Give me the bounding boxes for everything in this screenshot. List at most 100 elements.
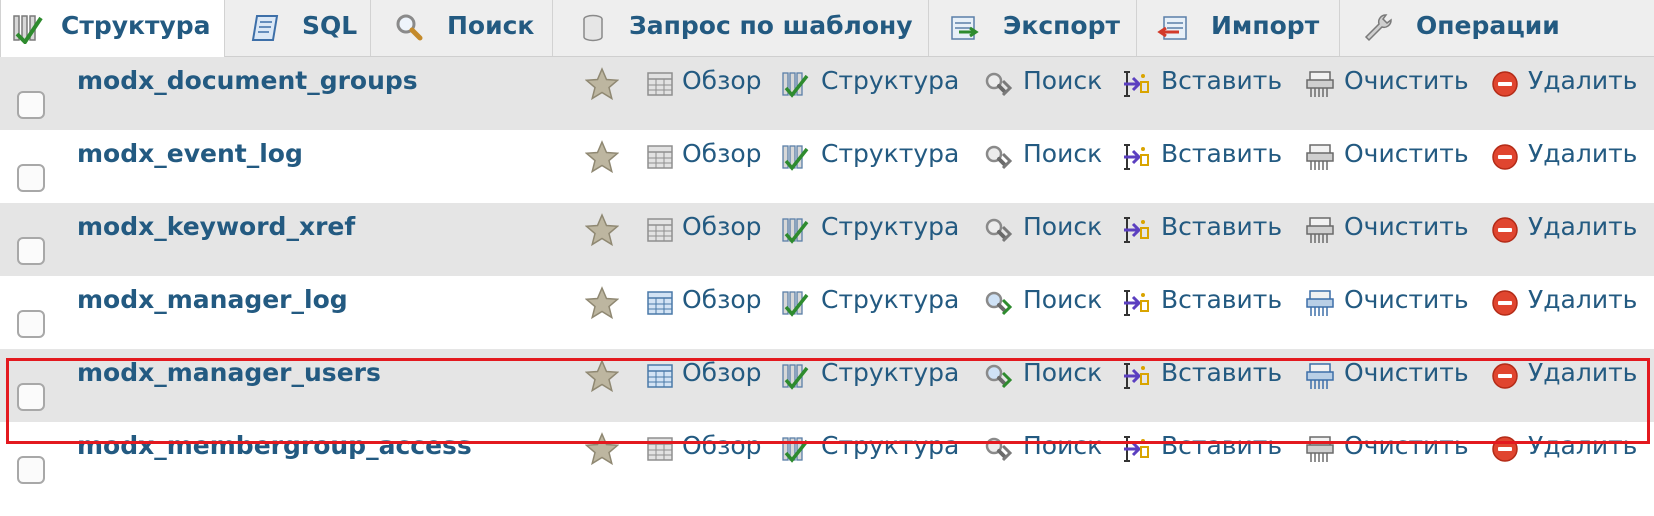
action-label: Поиск — [1023, 285, 1103, 314]
tab-label: SQL — [302, 11, 358, 40]
empty-table-icon — [1305, 142, 1335, 172]
action-label: Обзор — [682, 358, 762, 387]
import-icon — [1157, 16, 1187, 40]
tab-bar: Структура SQL Поиск Запрос по шаблону Эк… — [0, 0, 1654, 57]
action-label: Очистить — [1344, 285, 1469, 314]
insert-row-icon — [1121, 215, 1151, 245]
wrench-icon — [1364, 14, 1392, 42]
tab-label: Запрос по шаблону — [629, 11, 913, 40]
structure-icon — [780, 215, 810, 245]
structure-icon — [780, 361, 810, 391]
action-label: Вставить — [1161, 358, 1283, 387]
tab-label: Структура — [61, 11, 211, 40]
favorite-star-icon[interactable] — [584, 432, 620, 466]
search-icon — [983, 361, 1013, 391]
row-checkbox[interactable] — [17, 456, 45, 484]
action-label: Обзор — [682, 431, 762, 460]
browse-table-icon — [645, 142, 675, 172]
table-name-link[interactable]: modx_manager_users — [77, 358, 381, 387]
browse-table-icon — [645, 69, 675, 99]
drop-table-icon — [1490, 361, 1520, 391]
action-label: Удалить — [1528, 66, 1638, 95]
action-label: Вставить — [1161, 66, 1283, 95]
empty-table-icon — [1305, 361, 1335, 391]
action-label: Очистить — [1344, 358, 1469, 387]
tab-sql[interactable]: SQL — [226, 0, 371, 56]
browse-table-icon — [645, 215, 675, 245]
action-label: Очистить — [1344, 66, 1469, 95]
table-row: modx_event_log Обзор Структура Поиск Вставит… — [0, 130, 1654, 203]
browse-table-icon — [645, 361, 675, 391]
tab-label: Поиск — [447, 11, 535, 40]
action-label: Удалить — [1528, 358, 1638, 387]
table-name-link[interactable]: modx_manager_log — [77, 285, 348, 314]
action-label: Поиск — [1023, 358, 1103, 387]
search-icon — [983, 434, 1013, 464]
action-label: Вставить — [1161, 285, 1283, 314]
row-checkbox[interactable] — [17, 383, 45, 411]
tab-label: Экспорт — [1003, 11, 1120, 40]
favorite-star-icon[interactable] — [584, 213, 620, 247]
action-label: Очистить — [1344, 431, 1469, 460]
tab-search[interactable]: Поиск — [371, 0, 553, 56]
favorite-star-icon[interactable] — [584, 359, 620, 393]
tab-operations[interactable]: Операции — [1340, 0, 1654, 56]
action-label: Вставить — [1161, 431, 1283, 460]
action-label: Удалить — [1528, 431, 1638, 460]
tab-import[interactable]: Импорт — [1137, 0, 1340, 56]
action-label: Вставить — [1161, 139, 1283, 168]
structure-icon — [780, 434, 810, 464]
action-label: Структура — [821, 431, 960, 460]
action-label: Обзор — [682, 285, 762, 314]
action-label: Удалить — [1528, 212, 1638, 241]
table-name-link[interactable]: modx_membergroup_access — [77, 431, 472, 460]
drop-table-icon — [1490, 288, 1520, 318]
action-label: Структура — [821, 358, 960, 387]
tab-export[interactable]: Экспорт — [929, 0, 1137, 56]
row-checkbox[interactable] — [17, 91, 45, 119]
browse-table-icon — [645, 434, 675, 464]
table-row: modx_manager_users Обзор Структура Поиск Вст… — [0, 349, 1654, 422]
empty-table-icon — [1305, 215, 1335, 245]
action-label: Обзор — [682, 212, 762, 241]
favorite-star-icon[interactable] — [584, 286, 620, 320]
table-row: modx_manager_log Обзор Структура Поиск Встав… — [0, 276, 1654, 349]
row-checkbox[interactable] — [17, 164, 45, 192]
drop-table-icon — [1490, 434, 1520, 464]
tab-query-by-example[interactable]: Запрос по шаблону — [553, 0, 929, 56]
insert-row-icon — [1121, 434, 1151, 464]
empty-table-icon — [1305, 434, 1335, 464]
favorite-star-icon[interactable] — [584, 140, 620, 174]
action-label: Очистить — [1344, 212, 1469, 241]
empty-table-icon — [1305, 69, 1335, 99]
search-icon — [983, 142, 1013, 172]
structure-icon — [780, 69, 810, 99]
table-name-link[interactable]: modx_document_groups — [77, 66, 418, 95]
table-name-link[interactable]: modx_keyword_xref — [77, 212, 355, 241]
search-icon — [983, 215, 1013, 245]
row-checkbox[interactable] — [17, 310, 45, 338]
table-name-link[interactable]: modx_event_log — [77, 139, 303, 168]
empty-table-icon — [1305, 288, 1335, 318]
action-label: Структура — [821, 139, 960, 168]
tab-label: Операции — [1416, 11, 1560, 40]
tab-structure[interactable]: Структура — [0, 0, 225, 57]
action-label: Очистить — [1344, 139, 1469, 168]
query-db-icon — [583, 14, 603, 42]
action-label: Структура — [821, 285, 960, 314]
insert-row-icon — [1121, 361, 1151, 391]
drop-table-icon — [1490, 215, 1520, 245]
row-checkbox[interactable] — [17, 237, 45, 265]
sql-document-icon — [251, 15, 279, 41]
action-label: Поиск — [1023, 431, 1103, 460]
favorite-star-icon[interactable] — [584, 67, 620, 101]
action-label: Поиск — [1023, 66, 1103, 95]
action-label: Обзор — [682, 139, 762, 168]
browse-table-icon — [645, 288, 675, 318]
action-label: Удалить — [1528, 139, 1638, 168]
action-label: Структура — [821, 212, 960, 241]
insert-row-icon — [1121, 69, 1151, 99]
drop-table-icon — [1490, 142, 1520, 172]
insert-row-icon — [1121, 142, 1151, 172]
structure-icon — [13, 15, 43, 44]
